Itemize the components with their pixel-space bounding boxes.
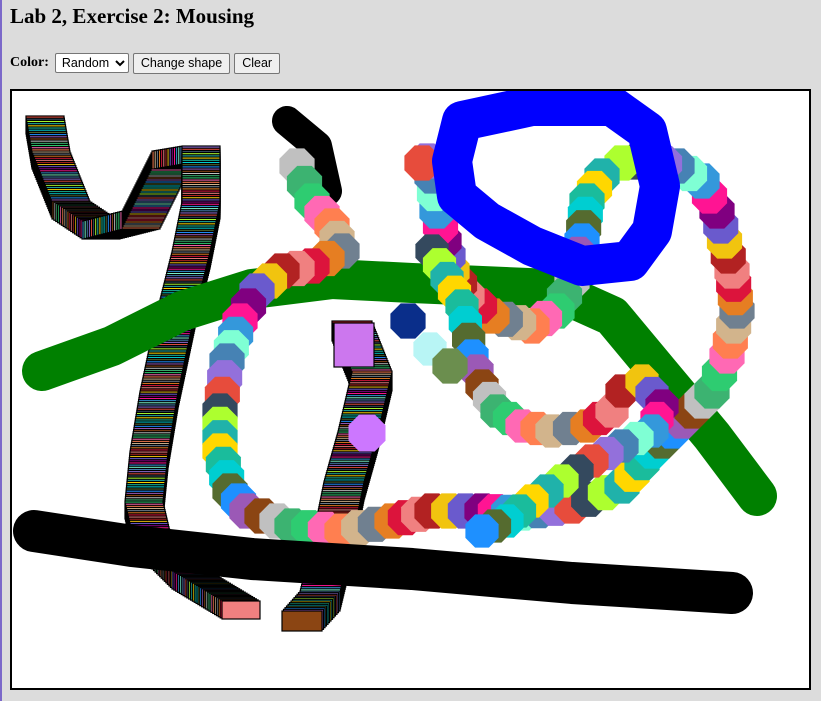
rect-stamp (333, 322, 375, 368)
color-label: Color: (10, 55, 49, 70)
toolbar: Color: Random Change shape Clear (10, 52, 281, 74)
rect-stamp (221, 600, 261, 620)
page-title: Lab 2, Exercise 2: Mousing (10, 4, 255, 28)
octagon-stamp (348, 414, 386, 452)
clear-button[interactable]: Clear (234, 52, 281, 74)
drawing-canvas[interactable] (10, 89, 811, 690)
change-shape-button[interactable]: Change shape (132, 52, 231, 74)
color-select[interactable]: Random (54, 53, 129, 73)
octagon-stamp (432, 348, 468, 384)
window-edge (0, 0, 2, 701)
rect-stamp (281, 610, 323, 632)
drawing-surface[interactable] (12, 91, 809, 688)
blue-stroke (432, 91, 680, 286)
octagon-stamp (465, 514, 499, 548)
octagon-stamp (390, 303, 426, 339)
